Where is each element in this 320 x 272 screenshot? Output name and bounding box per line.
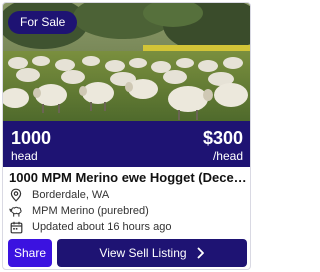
for-sale-badge: For Sale xyxy=(8,11,78,34)
listing-photo[interactable]: For Sale xyxy=(3,3,250,121)
calendar-icon xyxy=(9,220,23,234)
view-sell-listing-label: View Sell Listing xyxy=(99,246,187,260)
breed-row: MPM Merino (purebred) xyxy=(9,203,149,219)
share-button[interactable]: Share xyxy=(8,239,52,267)
listing-title[interactable]: 1000 MPM Merino ewe Hogget (December 202… xyxy=(9,170,247,186)
quantity-unit: head xyxy=(11,149,38,163)
price-unit: /head xyxy=(212,149,243,163)
map-pin-icon xyxy=(9,188,23,202)
updated-text: Updated about 16 hours ago xyxy=(32,221,172,233)
view-sell-listing-button[interactable]: View Sell Listing xyxy=(57,239,247,267)
price-value: $300 xyxy=(202,128,243,148)
price-band: 1000 head $300 /head xyxy=(3,121,250,167)
location-row: Borderdale, WA xyxy=(9,187,109,203)
quantity-value: 1000 xyxy=(11,128,52,148)
chevron-right-icon xyxy=(197,247,205,259)
updated-row: Updated about 16 hours ago xyxy=(9,219,171,235)
location-text: Borderdale, WA xyxy=(32,189,110,201)
sheep-icon xyxy=(9,204,23,218)
breed-text: MPM Merino (purebred) xyxy=(32,205,149,217)
listing-card[interactable]: For Sale 1000 head $300 /head 1000 MPM M… xyxy=(2,2,251,270)
